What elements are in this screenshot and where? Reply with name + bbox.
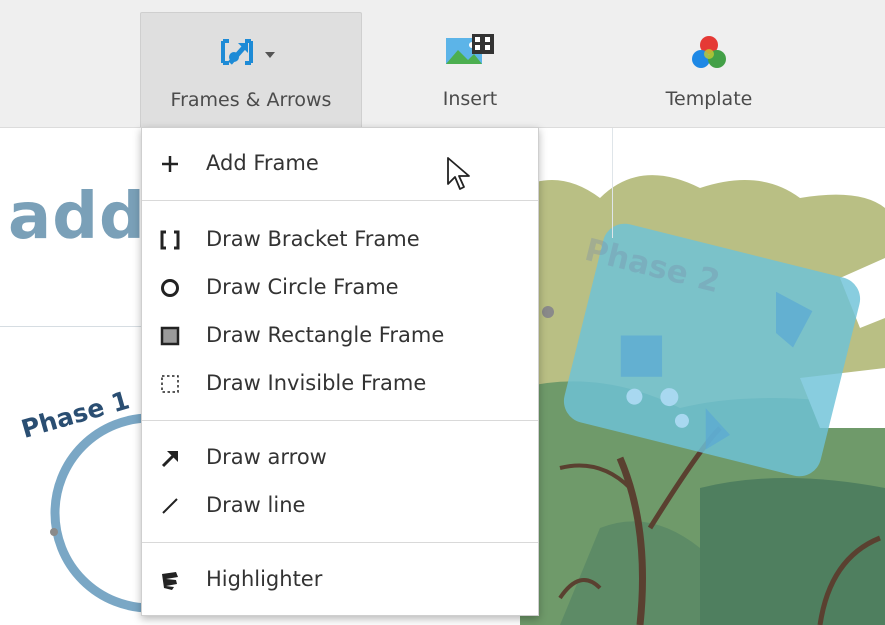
- menu-item-label: Draw arrow: [206, 445, 327, 469]
- frames-arrows-button[interactable]: Frames & Arrows: [140, 12, 362, 127]
- menu-separator: [142, 542, 538, 543]
- menu-item-label: Draw Rectangle Frame: [206, 323, 445, 347]
- frame-arrow-icon: [219, 37, 283, 67]
- menu-item-draw-line[interactable]: Draw line: [142, 484, 538, 528]
- menu-item-add-frame[interactable]: Add Frame: [142, 142, 538, 186]
- plus-icon: [158, 152, 182, 176]
- menu-item-draw-circle-frame[interactable]: Draw Circle Frame: [142, 266, 538, 310]
- line-icon: [158, 494, 182, 518]
- menu-item-label: Highlighter: [206, 567, 323, 591]
- menu-item-draw-rectangle-frame[interactable]: Draw Rectangle Frame: [142, 314, 538, 358]
- circle-frame-icon: [158, 276, 182, 300]
- menu-item-label: Draw Bracket Frame: [206, 227, 420, 251]
- template-label: Template: [665, 88, 753, 110]
- insert-button[interactable]: Insert: [400, 12, 540, 126]
- invisible-frame-icon: [158, 372, 182, 396]
- menu-item-label: Draw Circle Frame: [206, 275, 399, 299]
- mouse-cursor-icon: [446, 156, 472, 196]
- vertical-divider: [612, 128, 613, 238]
- menu-item-label: Draw line: [206, 493, 306, 517]
- bracket-frame-icon: [158, 228, 182, 252]
- frames-arrows-label: Frames & Arrows: [170, 89, 332, 111]
- menu-item-draw-invisible-frame[interactable]: Draw Invisible Frame: [142, 362, 538, 406]
- menu-item-label: Draw Invisible Frame: [206, 371, 427, 395]
- canvas-heading: add: [8, 180, 146, 254]
- highlighter-icon: [158, 568, 182, 592]
- menu-item-draw-arrow[interactable]: Draw arrow: [142, 436, 538, 480]
- menu-item-highlighter[interactable]: Highlighter: [142, 558, 538, 602]
- template-icon: [689, 34, 729, 74]
- rectangle-frame-icon: [158, 324, 182, 348]
- toolbar: Frames & Arrows Insert Template: [0, 0, 885, 128]
- menu-item-draw-bracket-frame[interactable]: Draw Bracket Frame: [142, 218, 538, 262]
- divider-line: [0, 326, 160, 327]
- menu-separator: [142, 200, 538, 201]
- arrow-icon: [158, 446, 182, 470]
- frames-arrows-dropdown: Add Frame Draw Bracket Frame Draw Circle…: [141, 127, 539, 616]
- menu-item-label: Add Frame: [206, 151, 319, 175]
- insert-media-icon: [442, 32, 498, 66]
- insert-label: Insert: [442, 88, 498, 110]
- template-button[interactable]: Template: [624, 12, 794, 126]
- menu-separator: [142, 420, 538, 421]
